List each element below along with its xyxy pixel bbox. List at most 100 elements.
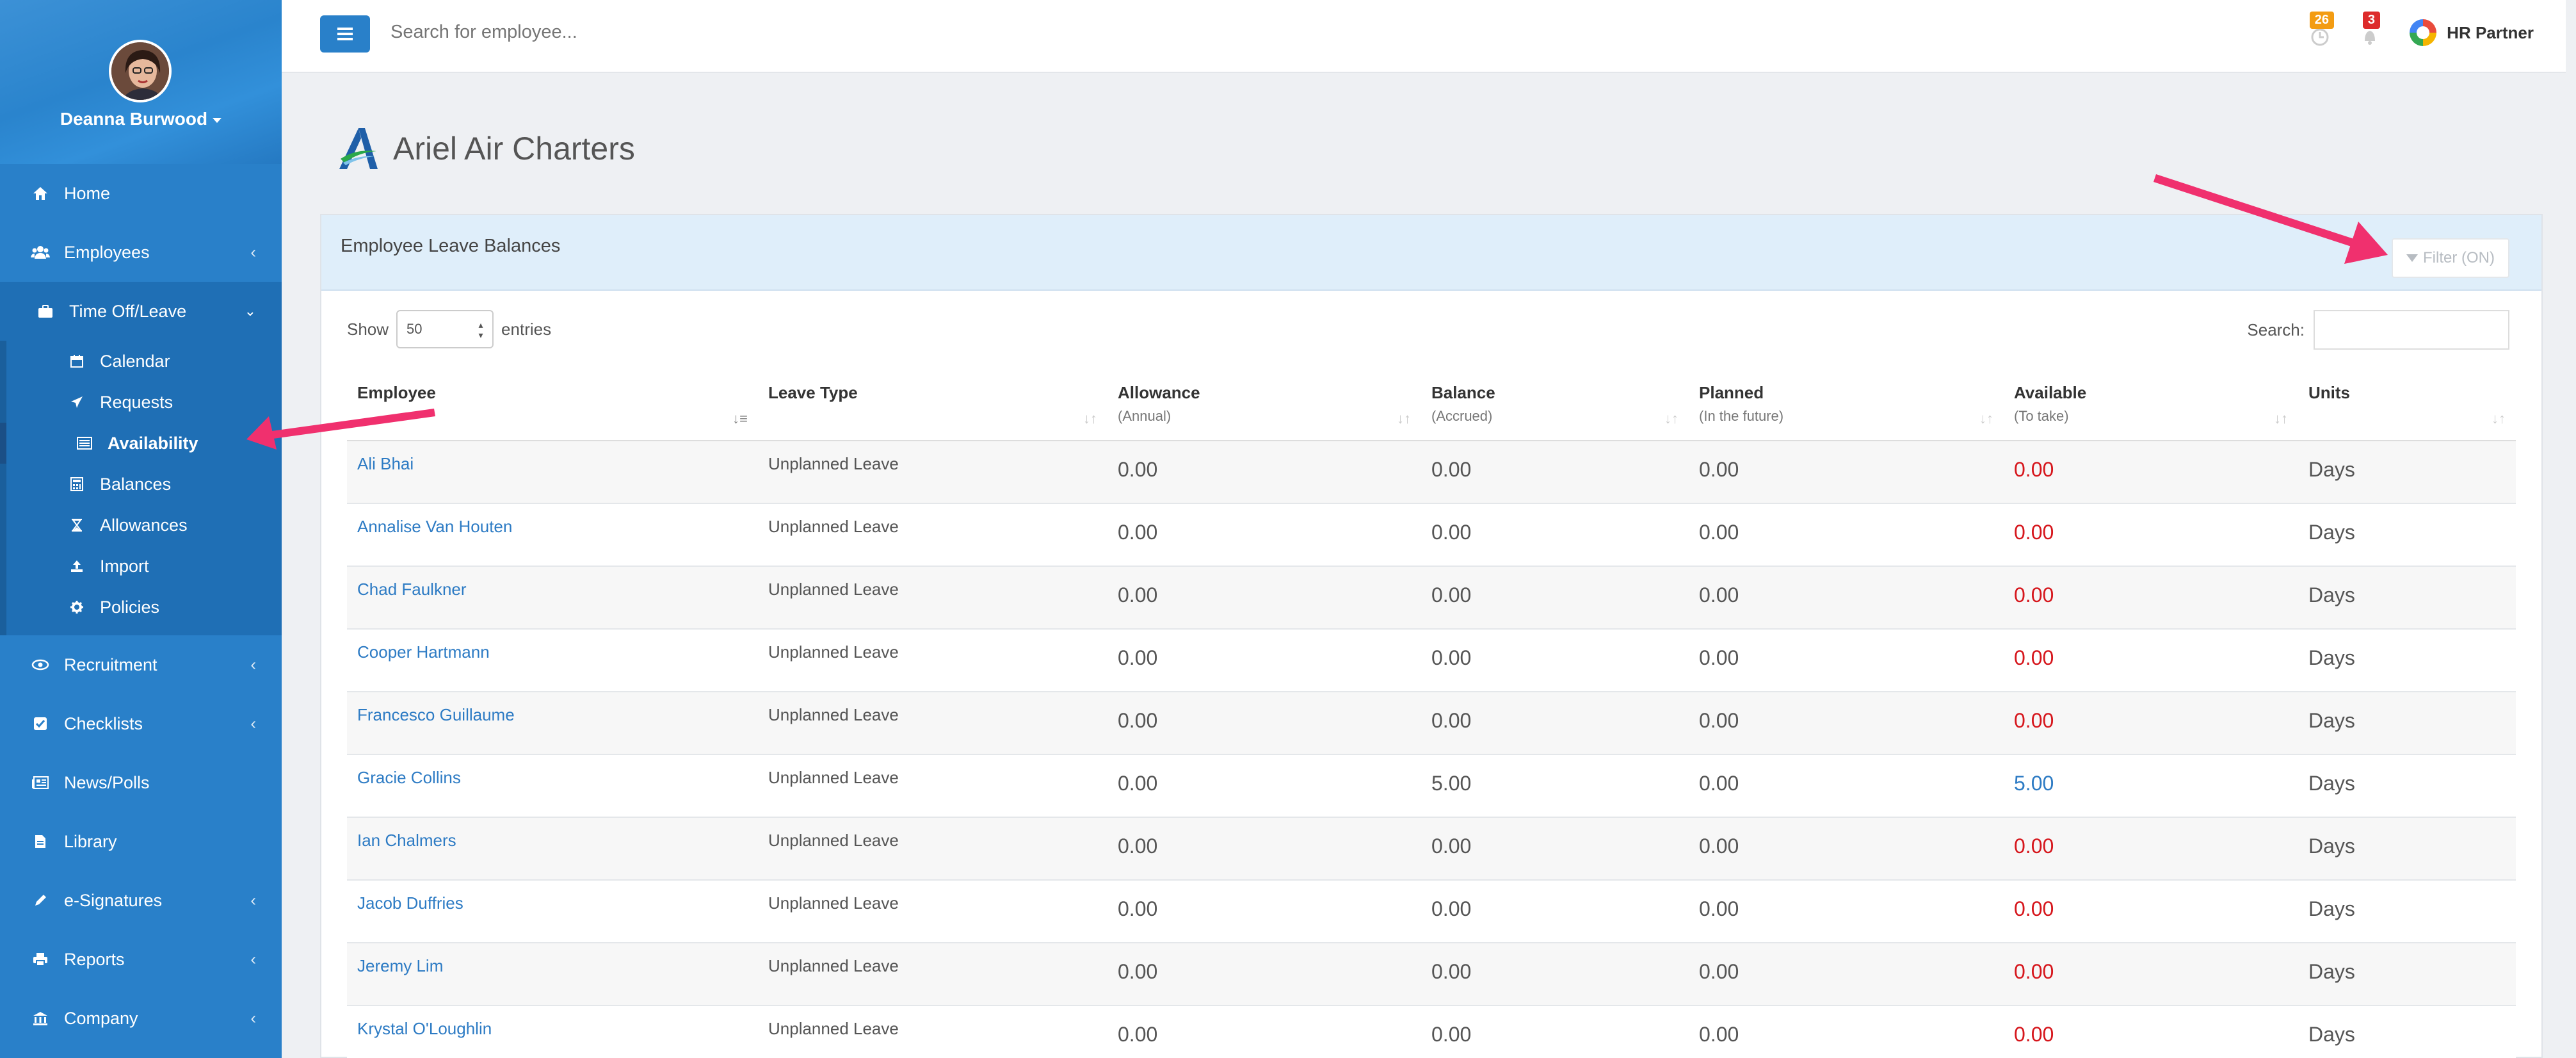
sidebar-item-checklists[interactable]: Checklists ‹ xyxy=(0,694,282,753)
sidebar-item-employees[interactable]: Employees ‹ xyxy=(0,223,282,282)
sidebar-item-import[interactable]: Import xyxy=(6,546,282,587)
cell-employee[interactable]: Annalise Van Houten xyxy=(347,503,758,566)
col-header-available[interactable]: Available (To take) ↓↑ xyxy=(2004,366,2298,441)
col-header-planned[interactable]: Planned (In the future) ↓↑ xyxy=(1689,366,2004,441)
table-search-input[interactable] xyxy=(2314,310,2509,350)
sidebar: Deanna Burwood Home Employees ‹ Time Off… xyxy=(0,0,282,1058)
cell-available: 0.00 xyxy=(2004,817,2298,880)
cell-leave-type: Unplanned Leave xyxy=(758,817,1107,880)
notifications-badge: 3 xyxy=(2362,12,2380,29)
company-header: Ariel Air Charters xyxy=(337,126,635,172)
sidebar-subitem-label: Balances xyxy=(100,474,172,494)
table-row: Francesco Guillaume Unplanned Leave 0.00 0.… xyxy=(347,691,2516,754)
cell-employee[interactable]: Ian Chalmers xyxy=(347,817,758,880)
briefcase-icon xyxy=(36,302,55,321)
table-row: Ali Bhai Unplanned Leave 0.00 0.00 0.00 0.00 D… xyxy=(347,440,2516,503)
pen-icon xyxy=(31,891,50,910)
cell-leave-type: Unplanned Leave xyxy=(758,754,1107,817)
cell-employee[interactable]: Chad Faulkner xyxy=(347,566,758,629)
sidebar-group-time-off: Time Off/Leave ⌄ Calendar Requests Avail… xyxy=(0,282,282,635)
cell-available: 0.00 xyxy=(2004,942,2298,1005)
chevron-left-icon: ‹ xyxy=(250,242,256,262)
cell-leave-type: Unplanned Leave xyxy=(758,440,1107,503)
cell-planned: 0.00 xyxy=(1689,628,2004,692)
sidebar-item-label: Recruitment xyxy=(64,655,157,674)
col-header-employee[interactable]: Employee ↓≡ xyxy=(347,366,758,441)
entries-label: entries xyxy=(501,319,552,339)
cell-planned: 0.00 xyxy=(1689,1005,2004,1058)
cell-planned: 0.00 xyxy=(1689,817,2004,880)
sidebar-item-home[interactable]: Home xyxy=(0,164,282,223)
cell-available: 0.00 xyxy=(2004,503,2298,566)
filter-button[interactable]: Filter (ON) xyxy=(2392,238,2509,278)
cell-allowance: 0.00 xyxy=(1107,754,1421,817)
cell-employee[interactable]: Jacob Duffries xyxy=(347,879,758,943)
employee-search-input[interactable] xyxy=(390,22,839,43)
cell-leave-type: Unplanned Leave xyxy=(758,566,1107,629)
calendar-icon xyxy=(68,352,86,370)
sidebar-item-library[interactable]: Library xyxy=(0,812,282,871)
avatar[interactable] xyxy=(109,40,172,102)
sidebar-item-label: Checklists xyxy=(64,713,143,733)
sidebar-item-recruitment[interactable]: Recruitment ‹ xyxy=(0,635,282,694)
checkbox-icon xyxy=(31,714,50,733)
cell-leave-type: Unplanned Leave xyxy=(758,628,1107,692)
col-header-leave-type[interactable]: Leave Type ↓↑ xyxy=(758,366,1107,441)
table-row: Chad Faulkner Unplanned Leave 0.00 0.00 0.00… xyxy=(347,566,2516,629)
table-row: Jeremy Lim Unplanned Leave 0.00 0.00 0.00 0.0… xyxy=(347,942,2516,1005)
col-header-allowance[interactable]: Allowance (Annual) ↓↑ xyxy=(1107,366,1421,441)
sidebar-item-availability[interactable]: Availability xyxy=(0,423,282,464)
cell-employee[interactable]: Cooper Hartmann xyxy=(347,628,758,692)
user-menu[interactable]: Deanna Burwood xyxy=(0,109,282,129)
hr-partner-logo-icon xyxy=(2410,19,2437,46)
sidebar-item-allowances[interactable]: Allowances xyxy=(6,505,282,546)
sidebar-item-e-signatures[interactable]: e-Signatures ‹ xyxy=(0,871,282,930)
sidebar-item-requests[interactable]: Requests xyxy=(6,382,282,423)
table-row: Cooper Hartmann Unplanned Leave 0.00 0.00 0.… xyxy=(347,628,2516,692)
company-name: Ariel Air Charters xyxy=(393,131,635,167)
chevron-left-icon: ‹ xyxy=(250,655,256,674)
cell-employee[interactable]: Jeremy Lim xyxy=(347,942,758,1005)
brand[interactable]: HR Partner xyxy=(2410,19,2534,46)
tasks-badge: 26 xyxy=(2309,12,2334,29)
cell-balance: 5.00 xyxy=(1421,754,1689,817)
col-header-units[interactable]: Units ↓↑ xyxy=(2298,366,2516,441)
entries-select[interactable]: 50 xyxy=(396,310,494,348)
cell-employee[interactable]: Ali Bhai xyxy=(347,440,758,503)
list-icon xyxy=(76,434,93,452)
cell-leave-type: Unplanned Leave xyxy=(758,942,1107,1005)
chevron-left-icon: ‹ xyxy=(250,949,256,969)
cell-planned: 0.00 xyxy=(1689,754,2004,817)
cell-planned: 0.00 xyxy=(1689,691,2004,754)
calculator-icon xyxy=(68,475,86,493)
upload-icon xyxy=(68,557,86,575)
sidebar-item-company[interactable]: Company ‹ xyxy=(0,989,282,1048)
cell-balance: 0.00 xyxy=(1421,1005,1689,1058)
cell-allowance: 0.00 xyxy=(1107,942,1421,1005)
time-off-subnav: Calendar Requests Availability Balances … xyxy=(0,341,282,635)
panel-title: Employee Leave Balances xyxy=(341,236,561,256)
table-body: Ali Bhai Unplanned Leave 0.00 0.00 0.00 0.00 D… xyxy=(347,440,2516,1058)
cell-allowance: 0.00 xyxy=(1107,628,1421,692)
sidebar-subitem-label: Import xyxy=(100,556,149,576)
cell-planned: 0.00 xyxy=(1689,942,2004,1005)
cell-units: Days xyxy=(2298,440,2516,503)
table-search: Search: xyxy=(2247,310,2509,350)
sidebar-toggle-button[interactable] xyxy=(320,15,370,53)
gear-icon xyxy=(68,598,86,616)
file-icon xyxy=(31,832,50,851)
cell-allowance: 0.00 xyxy=(1107,1005,1421,1058)
bank-icon xyxy=(31,1009,50,1028)
cell-employee[interactable]: Francesco Guillaume xyxy=(347,691,758,754)
sidebar-item-reports[interactable]: Reports ‹ xyxy=(0,930,282,989)
cell-employee[interactable]: Gracie Collins xyxy=(347,754,758,817)
sidebar-item-news-polls[interactable]: News/Polls xyxy=(0,753,282,812)
cell-employee[interactable]: Krystal O'Loughlin xyxy=(347,1005,758,1058)
plane-icon xyxy=(68,393,86,411)
sidebar-item-time-off[interactable]: Time Off/Leave ⌄ xyxy=(0,282,282,341)
sidebar-item-balances[interactable]: Balances xyxy=(6,464,282,505)
chevron-left-icon: ‹ xyxy=(250,713,256,733)
col-header-balance[interactable]: Balance (Accrued) ↓↑ xyxy=(1421,366,1689,441)
sidebar-item-calendar[interactable]: Calendar xyxy=(6,341,282,382)
sidebar-item-policies[interactable]: Policies xyxy=(6,587,282,628)
